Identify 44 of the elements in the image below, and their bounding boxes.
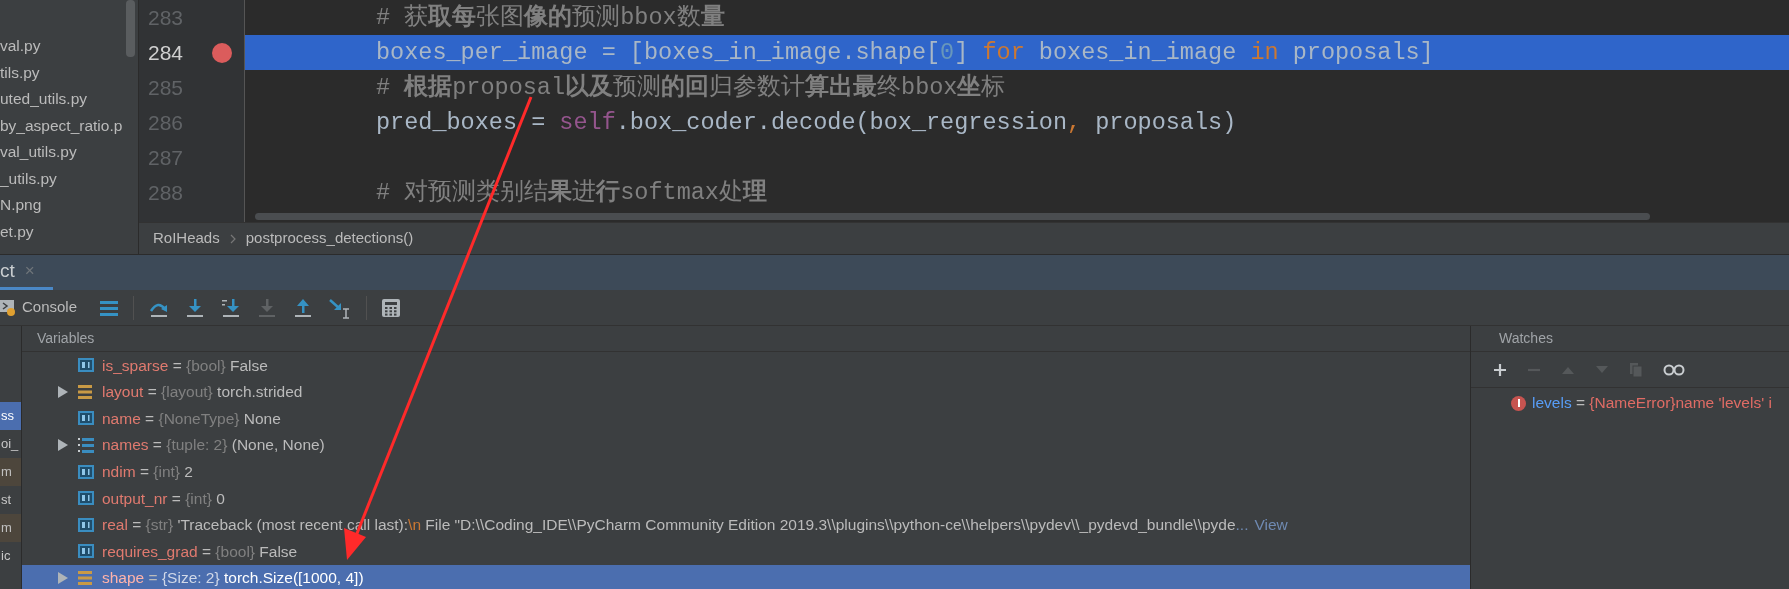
file-item[interactable]: N.png (0, 192, 138, 219)
watch-entry[interactable]: levels = {NameError}name 'levels' i (1532, 391, 1772, 415)
file-item[interactable]: tils.py (0, 59, 138, 86)
breadcrumb[interactable]: postprocess_detections() (245, 227, 414, 250)
expand-arrow-icon[interactable] (58, 439, 68, 452)
variable-entry[interactable]: name = {NoneType} None (102, 406, 281, 431)
file-item[interactable]: et.py (0, 218, 138, 245)
variable-entry[interactable]: layout = {layout} torch.strided (102, 380, 303, 404)
variable-entry[interactable]: requires_grad = {bool} False (102, 539, 298, 564)
frame-item[interactable]: ic (0, 542, 21, 570)
breakpoint-icon[interactable] (212, 42, 232, 63)
frame-item[interactable]: oi_ (0, 430, 21, 458)
file-item[interactable]: uted_utils.py (0, 86, 138, 113)
add-icon[interactable] (1493, 362, 1507, 377)
file-item[interactable]: val_utils.py (0, 139, 138, 166)
frame-item[interactable]: m (0, 514, 21, 542)
variable-entry[interactable]: names = {tuple: 2} (None, None) (102, 433, 325, 457)
panel-title: Variables (37, 329, 95, 348)
menu-icon[interactable] (99, 298, 120, 317)
breadcrumb[interactable]: RoIHeads (153, 227, 220, 250)
file-item[interactable]: by_aspect_ratio.p (0, 112, 138, 139)
variable-entry[interactable]: shape = {Size: 2} torch.Size([1000, 4]) (102, 566, 364, 589)
frame-item[interactable]: ss (0, 402, 21, 430)
code-line: # 获取每张图像的预测bbox数量 (376, 2, 725, 33)
code-line: boxes_per_image = [boxes_in_image.shape[0] for boxes_in_image in proposals] (376, 37, 1434, 68)
selected-row[interactable]: shape = {Size: 2} torch.Size([1000, 4]) (22, 564, 1470, 589)
panel-title: Watches (1499, 329, 1553, 348)
code-line: pred_boxes = self.box_coder.decode(box_regression, proposals) (376, 107, 1237, 138)
frame-item[interactable]: m (0, 458, 21, 486)
chevron-icon (229, 233, 236, 244)
variable-entry[interactable]: ndim = {int} 2 (102, 460, 193, 484)
expand-arrow-icon[interactable] (58, 385, 68, 398)
code-line: # 根据proposal以及预测的回归参数计算出最终bbox坐标 (376, 72, 1006, 103)
scrollbar (126, 0, 135, 57)
view-link[interactable]: View (1254, 513, 1288, 537)
calculator-icon[interactable] (381, 297, 402, 318)
glasses-icon[interactable] (1663, 363, 1685, 376)
frame-item[interactable]: st (0, 486, 21, 514)
line-number: 284 (148, 39, 185, 66)
console-button[interactable]: Console (0, 296, 78, 319)
variable-entry[interactable]: output_nr = {int} 0 (102, 486, 225, 510)
file-item[interactable]: _utils.py (0, 165, 138, 192)
variable-entry[interactable]: is_sparse = {bool} False (102, 353, 268, 377)
file-item[interactable]: val.py (0, 33, 138, 60)
